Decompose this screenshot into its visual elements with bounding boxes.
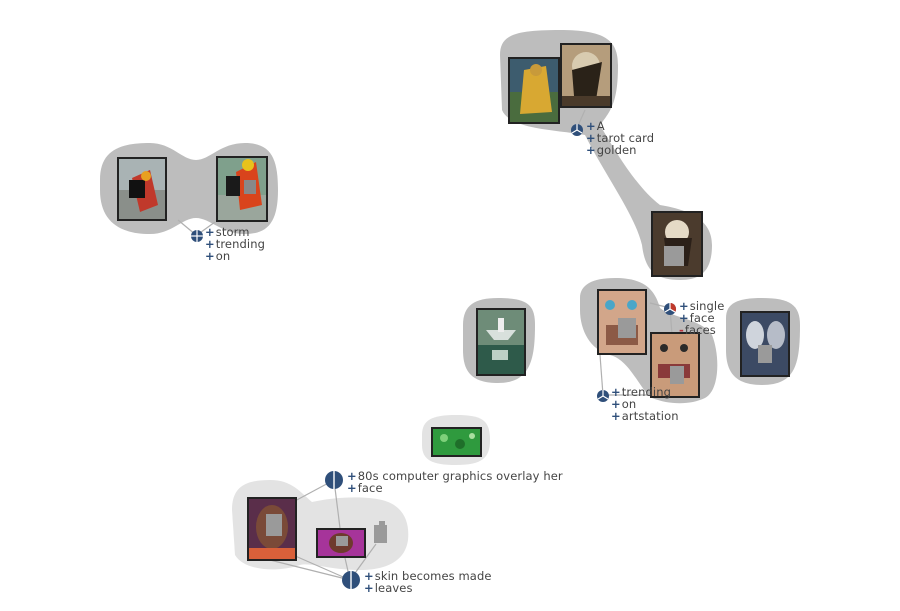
- thumbnail-portrait-1[interactable]: [247, 497, 297, 561]
- keyword-item[interactable]: +leaves: [364, 582, 413, 595]
- thumbnail-portrait-2[interactable]: [316, 528, 366, 558]
- keyword-item[interactable]: +on: [205, 250, 230, 263]
- thumbnail-green[interactable]: [431, 427, 482, 457]
- cluster-map-canvas[interactable]: [0, 0, 900, 611]
- tri-split-circle-red-icon[interactable]: [664, 303, 677, 315]
- thumbnail-tarot-2[interactable]: [560, 43, 612, 108]
- half-circle-icon[interactable]: [342, 571, 360, 589]
- half-circle-icon[interactable]: [325, 471, 343, 489]
- thumbnail-storm-1[interactable]: [117, 157, 167, 221]
- tri-split-circle-icon[interactable]: [571, 124, 583, 136]
- thumbnail-tarot-1[interactable]: [508, 57, 560, 124]
- thumbnail-temple[interactable]: [476, 308, 526, 376]
- keyword-item[interactable]: +artstation: [611, 410, 679, 423]
- thumbnail-tarot-3[interactable]: [651, 211, 703, 277]
- thumbnail-face-1[interactable]: [597, 289, 647, 355]
- keyword-item[interactable]: +golden: [586, 144, 637, 157]
- thumbnail-robot[interactable]: [740, 311, 790, 377]
- thumbnail-storm-2[interactable]: [216, 156, 268, 222]
- keyword-item[interactable]: -faces: [679, 324, 716, 337]
- tri-split-circle-icon[interactable]: [597, 390, 609, 402]
- keyword-item[interactable]: +face: [347, 482, 383, 495]
- plus-circle-icon[interactable]: [191, 230, 203, 242]
